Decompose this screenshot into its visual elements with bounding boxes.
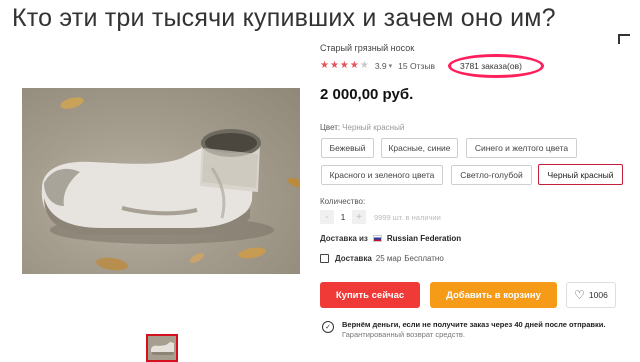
product-thumbnail[interactable]	[146, 334, 178, 362]
quantity-input[interactable]: 1	[334, 212, 352, 222]
color-option[interactable]: Красные, синие	[381, 138, 458, 158]
wishlist-button[interactable]: ♡ 1006	[566, 282, 616, 308]
color-label: Цвет: Черный красный	[320, 123, 405, 132]
quantity-decrement-button[interactable]: -	[320, 210, 334, 224]
orders-count: 3781 заказа(ов)	[460, 61, 522, 71]
delivery-cost: Бесплатно	[404, 254, 444, 263]
rating-value: 3.9	[374, 60, 387, 71]
corner-mark	[618, 34, 630, 44]
quantity-label: Количество:	[320, 197, 366, 206]
color-option[interactable]: Синего и желтого цвета	[466, 138, 577, 158]
product-main-image	[22, 88, 300, 274]
rating-row: ★★★★★ 3.9 ▾ 15 Отзыв	[320, 60, 435, 71]
rating-stars: ★★★★★	[320, 60, 370, 71]
buyer-protection: ✓ Вернём деньги, если не получите заказ …	[322, 320, 605, 340]
wishlist-count: 1006	[588, 290, 608, 300]
delivery-date: 25 мар	[375, 254, 402, 263]
product-price: 2 000,00 руб.	[320, 86, 414, 103]
shield-check-icon: ✓	[322, 321, 334, 333]
product-title: Старый грязный носок	[320, 43, 415, 53]
truck-icon	[320, 254, 329, 263]
reviews-link[interactable]: 15 Отзыв	[398, 61, 435, 71]
color-current-value: Черный красный	[342, 123, 405, 132]
heart-icon: ♡	[574, 288, 585, 302]
color-option[interactable]: Бежевый	[321, 138, 374, 158]
color-option-selected[interactable]: Черный красный	[538, 164, 623, 185]
quantity-increment-button[interactable]: +	[352, 210, 366, 224]
buy-now-button[interactable]: Купить сейчас	[320, 282, 420, 308]
delivery-info: Доставка 25 мар Бесплатно	[320, 254, 444, 263]
color-option[interactable]: Светло-голубой	[451, 165, 532, 185]
guarantee-line1: Вернём деньги, если не получите заказ че…	[342, 320, 606, 329]
add-to-cart-button[interactable]: Добавить в корзину	[430, 282, 557, 308]
guarantee-line2: Гарантированный возврат средств.	[342, 330, 465, 339]
meme-caption: Кто эти три тысячи купивших и зачем оно …	[12, 4, 556, 32]
color-option[interactable]: Красного и зеленого цвета	[321, 165, 443, 185]
ship-country[interactable]: Russian Federation	[387, 234, 461, 243]
stock-info: 9999 шт. в наличии	[374, 212, 441, 222]
ship-from: Доставка из Russian Federation	[320, 234, 462, 243]
quantity-stepper: - 1 + 9999 шт. в наличии	[320, 210, 441, 224]
orders-count-highlight: 3781 заказа(ов)	[448, 54, 544, 78]
russia-flag-icon	[372, 235, 382, 242]
chevron-down-icon[interactable]: ▾	[389, 62, 393, 70]
